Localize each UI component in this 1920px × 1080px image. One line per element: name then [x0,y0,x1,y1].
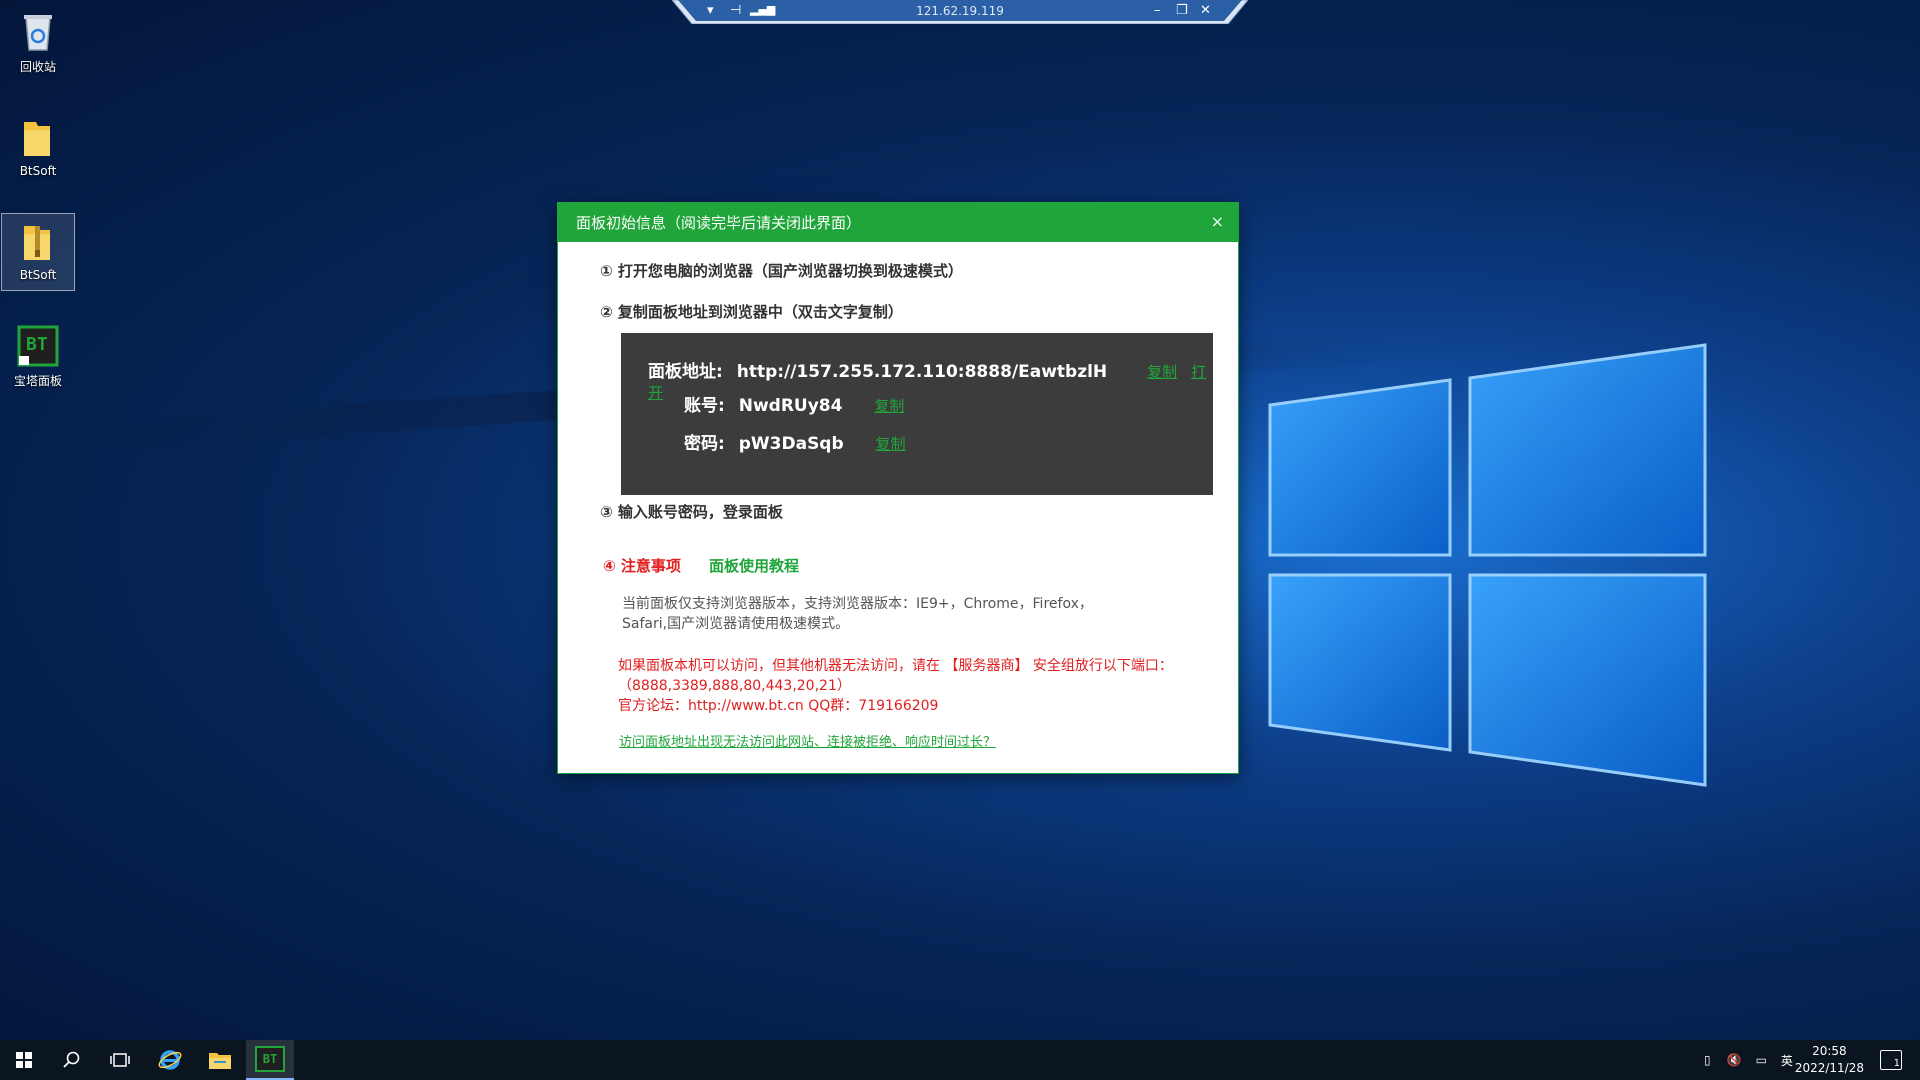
task-view-icon [110,1053,130,1067]
step-2: ② 复制面板地址到浏览器中（双击文字复制） [600,303,903,321]
desktop-icon-bt-panel[interactable]: BT 宝塔面板 [2,318,74,394]
tutorial-link[interactable]: 面板使用教程 [709,555,799,576]
panel-info-dialog: 面板初始信息（阅读完毕后请关闭此界面） × ① 打开您电脑的浏览器（国产浏览器切… [557,202,1239,774]
password-label: 密码: [684,434,725,454]
desktop-icon-label: 宝塔面板 [13,374,62,388]
credentials-box: 面板地址: http://157.255.172.110:8888/Eawtbz… [621,333,1213,495]
dialog-close-button[interactable]: × [1211,212,1224,231]
troubleshoot-link[interactable]: 访问面板地址出现无法访问此网站、连接被拒绝、响应时间过长？ [619,731,996,750]
remote-bar-minimize-icon[interactable]: – [1154,3,1161,18]
taskbar: BT ▯ 🔇 ▭ 英 20:58 2022/11/28 1 [0,1040,1920,1080]
desktop-icon-label: 回收站 [19,60,56,74]
step-1: ① 打开您电脑的浏览器（国产浏览器切换到极速模式） [600,262,963,280]
password-value[interactable]: pW3DaSqb [739,434,844,454]
password-row: 密码: pW3DaSqb 复制 [684,429,906,454]
remote-bar-close-icon[interactable]: ✕ [1200,3,1211,18]
browser-note-line-2: Safari,国产浏览器请使用极速模式。 [622,616,850,632]
copy-username-link[interactable]: 复制 [874,397,904,415]
taskbar-clock[interactable]: 20:58 2022/11/28 [1795,1043,1864,1077]
port-note-line-1: 如果面板本机可以访问，但其他机器无法访问，请在 【服务器商】 安全组放行以下端口… [618,658,1173,674]
notification-center-button[interactable]: 1 [1880,1050,1902,1070]
desktop-icon-btsoft-folder[interactable]: BtSoft [2,110,74,186]
internet-explorer-icon [158,1050,182,1070]
input-language-indicator[interactable]: 英 [1781,1052,1793,1069]
remote-bar-ip: 121.62.19.119 [916,4,1004,18]
network-icon[interactable]: ▭ [1756,1053,1767,1067]
zip-folder-icon [24,226,50,260]
copy-password-link[interactable]: 复制 [876,435,906,453]
task-view-button[interactable] [96,1040,144,1080]
desktop-icon-label: BtSoft [19,164,57,178]
dialog-titlebar: 面板初始信息（阅读完毕后请关闭此界面） × [558,203,1238,242]
bt-panel-taskbar-icon: BT [255,1046,285,1072]
start-button[interactable] [0,1040,48,1080]
username-value[interactable]: NwdRUy84 [739,396,843,416]
recycle-bin-icon [24,15,52,51]
desktop-icon-recycle-bin[interactable]: 回收站 [2,4,74,80]
copy-address-link[interactable]: 复制 [1147,363,1177,381]
windows-start-icon [16,1052,32,1068]
note-title: ④ 注意事项 [603,557,681,575]
search-icon [63,1051,80,1068]
browser-note-line-1: 当前面板仅支持浏览器版本，支持浏览器版本：IE9+，Chrome，Firefox… [622,596,1093,612]
username-label: 账号: [684,396,725,416]
address-value[interactable]: http://157.255.172.110:8888/EawtbzlH [737,362,1107,382]
taskbar-bt-panel[interactable]: BT [246,1040,294,1080]
username-row: 账号: NwdRUy84 复制 [684,391,904,416]
windows-logo-wallpaper [1230,330,1710,800]
dialog-title: 面板初始信息（阅读完毕后请关闭此界面） [576,214,862,232]
desktop: 回收站 BtSoft BtSoft BT 宝塔面板 ▾ ⊣ ▂▄▆ 121.62… [0,0,1920,1080]
taskbar-ie[interactable] [146,1040,194,1080]
notification-count: 1 [1893,1058,1900,1069]
file-explorer-icon [209,1053,231,1069]
desktop-icon-btsoft-zip[interactable]: BtSoft [1,213,75,291]
remote-connection-bar: ▾ ⊣ ▂▄▆ 121.62.19.119 – ❐ ✕ [672,0,1248,24]
folder-icon [24,122,50,156]
usb-device-icon[interactable]: ▯ [1704,1053,1711,1067]
forum-note-line: 官方论坛：http://www.bt.cn QQ群：719166209 [618,698,939,714]
search-button[interactable] [48,1040,96,1080]
taskbar-file-explorer[interactable] [196,1040,244,1080]
bt-panel-badge: BT [26,334,48,355]
clock-date: 2022/11/28 [1794,1061,1864,1075]
system-tray: ▯ 🔇 ▭ 英 [1704,1040,1793,1080]
desktop-icon-label: BtSoft [19,268,57,282]
port-note-line-2: （8888,3389,888,80,443,20,21） [618,678,851,694]
clock-time: 20:58 [1812,1044,1847,1058]
step-3: ③ 输入账号密码，登录面板 [600,503,783,521]
address-label: 面板地址: [648,362,723,382]
volume-muted-icon[interactable]: 🔇 [1727,1053,1742,1067]
remote-bar-restore-icon[interactable]: ❐ [1176,3,1188,18]
